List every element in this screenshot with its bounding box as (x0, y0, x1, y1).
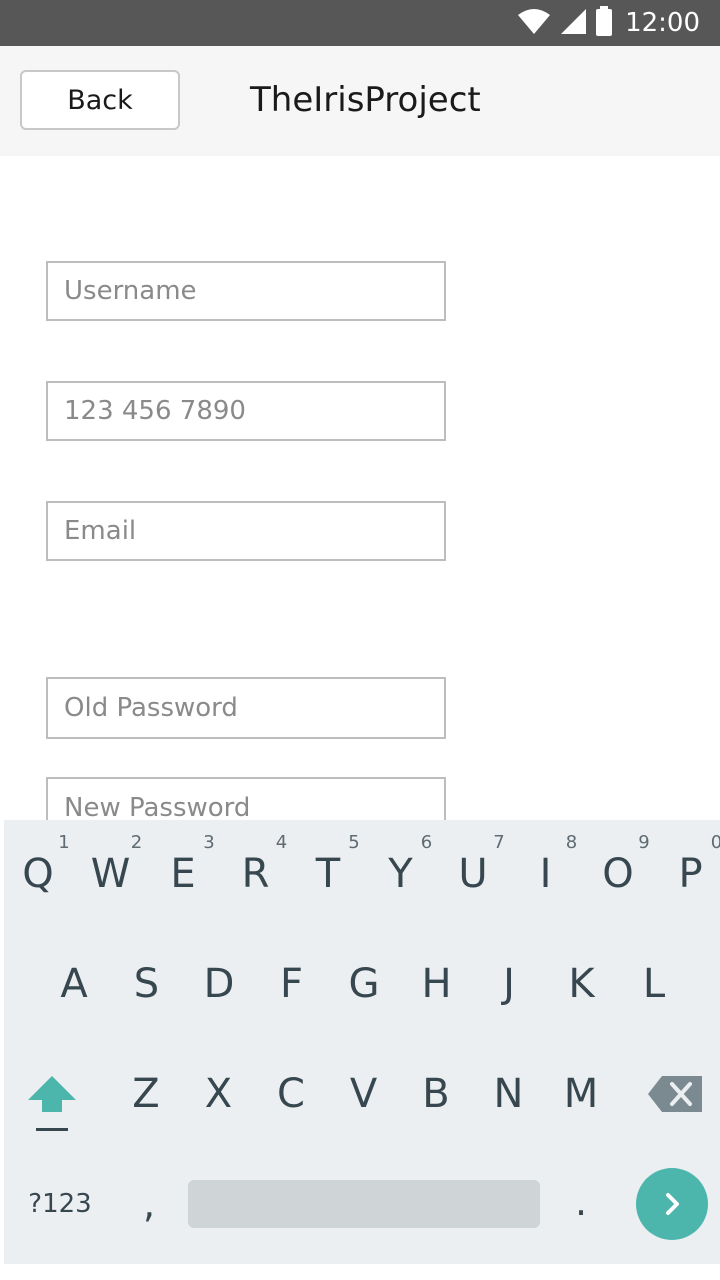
key-hint-4: 4 (275, 832, 288, 853)
key-b[interactable]: B (406, 1064, 466, 1124)
phone-field[interactable] (46, 381, 446, 441)
key-p[interactable]: P (661, 844, 720, 904)
app-header: Back TheIrisProject (0, 46, 720, 156)
key-x[interactable]: X (189, 1064, 249, 1124)
key-n[interactable]: N (479, 1064, 539, 1124)
email-field[interactable] (46, 501, 446, 561)
shift-icon (28, 1076, 76, 1131)
key-hint-3: 3 (203, 832, 215, 853)
enter-key[interactable] (636, 1168, 708, 1240)
key-w[interactable]: W (81, 844, 141, 904)
old-password-field[interactable] (46, 677, 446, 739)
key-e[interactable]: E (153, 844, 213, 904)
key-t[interactable]: T (298, 844, 358, 904)
key-l[interactable]: L (624, 954, 684, 1014)
back-button[interactable]: Back (20, 70, 180, 130)
key-z[interactable]: Z (116, 1064, 176, 1124)
shift-key[interactable] (22, 1070, 82, 1138)
status-time: 12:00 (625, 8, 700, 38)
key-f[interactable]: F (262, 954, 322, 1014)
backspace-icon (648, 1076, 702, 1112)
key-u[interactable]: U (443, 844, 503, 904)
status-icons: 12:00 (517, 0, 700, 46)
key-hint-8: 8 (565, 832, 578, 853)
key-r[interactable]: R (226, 844, 286, 904)
key-hint-6: 6 (420, 832, 433, 853)
username-field[interactable] (46, 261, 446, 321)
battery-icon (595, 6, 613, 40)
key-o[interactable]: O (588, 844, 648, 904)
backspace-key[interactable] (646, 1072, 706, 1116)
key-q[interactable]: Q (8, 844, 68, 904)
key-v[interactable]: V (334, 1064, 394, 1124)
space-key[interactable] (188, 1180, 540, 1228)
enter-arrow-icon (666, 1193, 679, 1215)
key-a[interactable]: A (44, 954, 104, 1014)
key-y[interactable]: Y (371, 844, 431, 904)
key-g[interactable]: G (334, 954, 394, 1014)
page-title: TheIrisProject (250, 80, 481, 120)
key-c[interactable]: C (261, 1064, 321, 1124)
symbols-key[interactable]: ?123 (20, 1182, 100, 1226)
signal-icon (559, 7, 587, 39)
soft-keyboard: Q1W2E3R4T5Y6U7I8O9P0 ASDFGHJKL ZXCVBNM ?12… (4, 820, 720, 1264)
wifi-icon (517, 7, 551, 39)
key-m[interactable]: M (551, 1064, 611, 1124)
key-hint-9: 9 (638, 832, 650, 853)
key-hint-2: 2 (130, 832, 143, 853)
key-i[interactable]: I (516, 844, 576, 904)
key-hint-1: 1 (58, 832, 70, 853)
key-h[interactable]: H (407, 954, 467, 1014)
status-bar: 12:00 (0, 0, 720, 46)
key-hint-7: 7 (493, 832, 505, 853)
period-key[interactable]: . (556, 1172, 606, 1232)
key-hint-5: 5 (348, 832, 360, 853)
comma-key[interactable]: , (124, 1174, 174, 1234)
key-d[interactable]: D (189, 954, 249, 1014)
key-s[interactable]: S (117, 954, 177, 1014)
key-j[interactable]: J (479, 954, 539, 1014)
key-k[interactable]: K (552, 954, 612, 1014)
key-hint-0: 0 (710, 832, 720, 853)
